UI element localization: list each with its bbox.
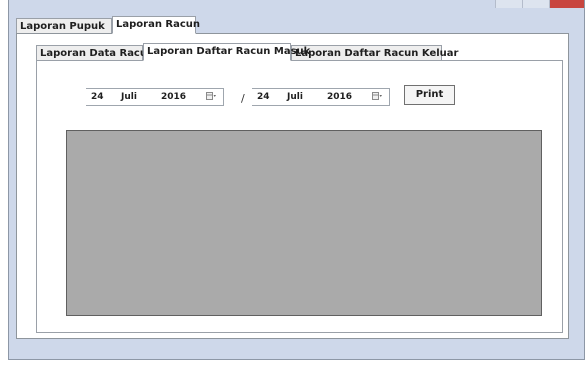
date-from-year: 2016 bbox=[161, 92, 187, 102]
date-to-day: 24 bbox=[257, 92, 270, 102]
date-to-year: 2016 bbox=[327, 92, 353, 102]
print-button[interactable]: Print bbox=[404, 85, 455, 105]
tab-laporan-data-racun[interactable]: Laporan Data Racun bbox=[36, 45, 154, 61]
date-to-picker[interactable]: 24 Juli 2016 bbox=[252, 88, 390, 106]
tab-laporan-pupuk[interactable]: Laporan Pupuk bbox=[16, 18, 112, 34]
tab-laporan-daftar-racun-keluar[interactable]: Laporan Daftar Racun Keluar bbox=[291, 45, 458, 61]
close-button[interactable] bbox=[549, 0, 584, 8]
tab-laporan-racun[interactable]: Laporan Racun bbox=[112, 16, 200, 34]
calendar-dropdown-icon[interactable] bbox=[372, 92, 382, 101]
date-from-picker[interactable]: 24 Juli 2016 bbox=[86, 88, 224, 106]
date-from-month: Juli bbox=[121, 92, 137, 102]
maximize-button[interactable] bbox=[522, 0, 549, 8]
window-controls bbox=[495, 0, 584, 8]
report-viewer[interactable] bbox=[66, 130, 542, 316]
calendar-dropdown-icon[interactable] bbox=[206, 92, 216, 101]
tab-laporan-daftar-racun-masuk[interactable]: Laporan Daftar Racun Masuk bbox=[143, 43, 310, 61]
date-range-separator: / bbox=[241, 92, 245, 105]
minimize-button[interactable] bbox=[495, 0, 522, 8]
date-from-day: 24 bbox=[91, 92, 104, 102]
date-to-month: Juli bbox=[287, 92, 303, 102]
